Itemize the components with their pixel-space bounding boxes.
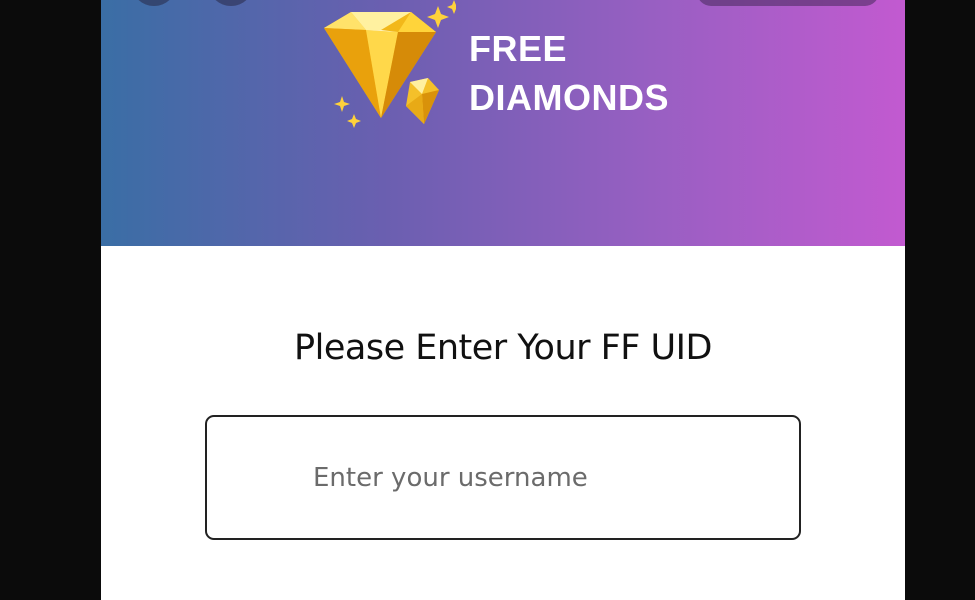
- username-input[interactable]: [205, 415, 801, 540]
- menu-button[interactable]: [208, 0, 254, 6]
- uid-prompt-heading: Please Enter Your FF UID: [294, 328, 712, 368]
- title-line-2: DIAMONDS: [469, 77, 669, 118]
- top-action-pill[interactable]: [697, 0, 879, 6]
- title-line-1: FREE: [469, 28, 568, 69]
- diamond-icon: [324, 0, 456, 128]
- header-banner: FREE DIAMONDS: [101, 0, 905, 246]
- app-screen: FREE DIAMONDS Please Enter Your FF UID: [101, 0, 905, 600]
- app-title: FREE DIAMONDS: [469, 24, 669, 122]
- back-button[interactable]: [131, 0, 177, 6]
